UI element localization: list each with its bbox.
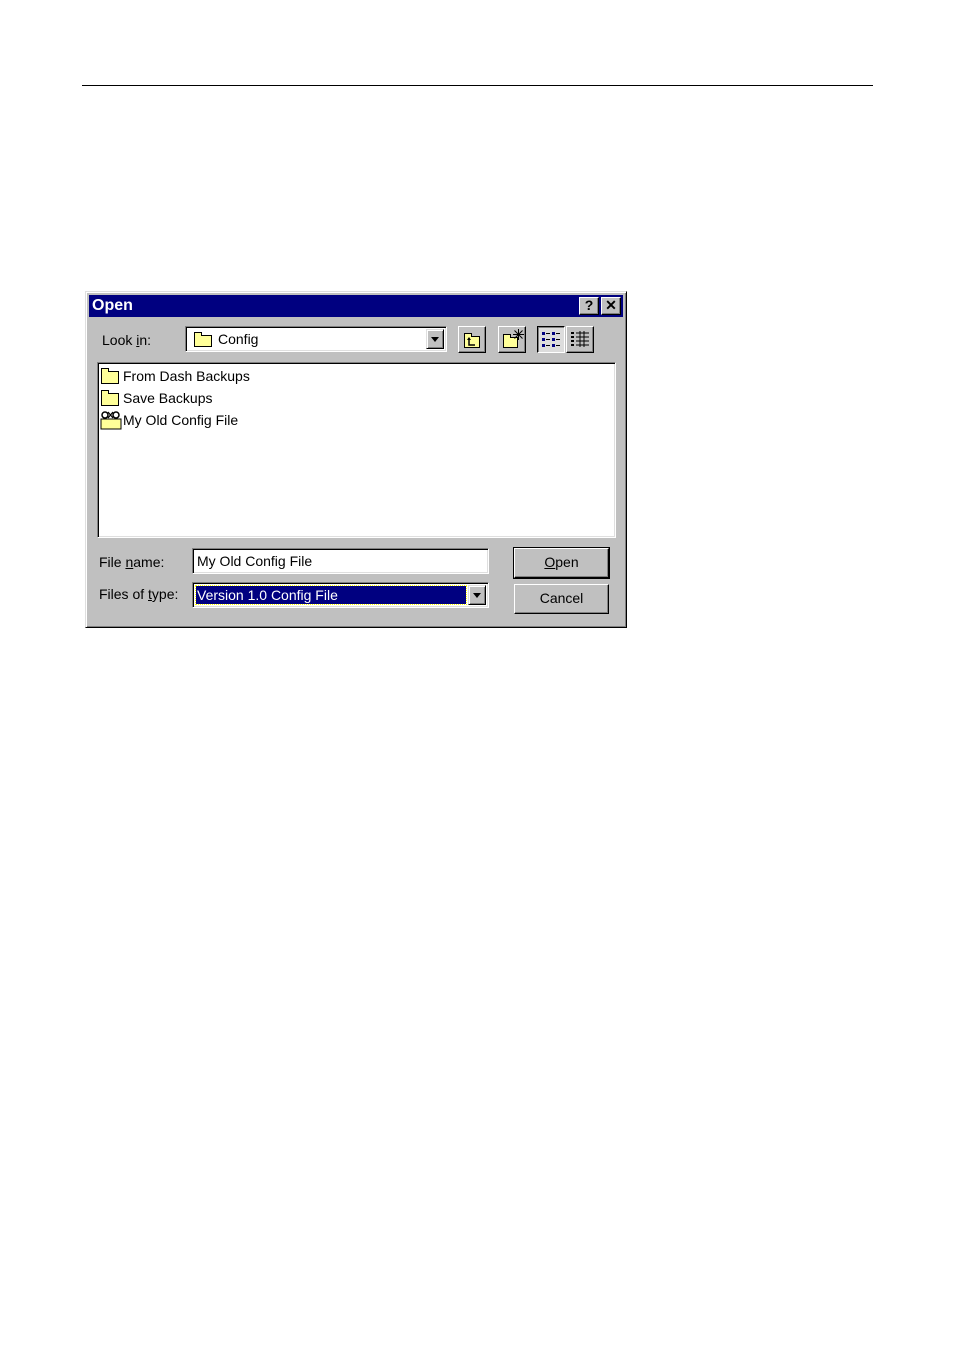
details-view-icon [571, 331, 589, 347]
page-header-rule [82, 85, 873, 86]
files-of-type-label: Files of type: [99, 586, 179, 602]
look-in-label: Look in: [102, 332, 152, 348]
create-new-folder-button[interactable] [498, 326, 526, 353]
cancel-button[interactable]: Cancel [514, 584, 609, 614]
file-list[interactable]: From Dash Backups Save Backups My Old Co… [97, 362, 616, 538]
list-item[interactable]: From Dash Backups [100, 366, 300, 386]
help-button[interactable]: ? [579, 297, 599, 315]
file-name-label: File name: [99, 554, 165, 570]
open-dialog: Open ? ✕ Look in: Config From Dash Backu… [85, 291, 627, 628]
file-name-field[interactable]: My Old Config File [192, 548, 489, 574]
up-one-level-button[interactable] [458, 326, 486, 353]
sparkle-icon [513, 329, 524, 340]
look-in-combo[interactable]: Config [185, 326, 447, 352]
folder-icon [101, 390, 119, 406]
list-view-button[interactable] [537, 326, 565, 353]
list-item-label: My Old Config File [123, 412, 239, 428]
title-bar[interactable]: Open ? ✕ [89, 295, 623, 317]
list-item[interactable]: My Old Config File [100, 410, 300, 430]
details-view-button[interactable] [566, 326, 594, 353]
folder-icon [194, 332, 212, 347]
close-button[interactable]: ✕ [601, 297, 621, 315]
dialog-title: Open [92, 297, 133, 314]
config-file-icon [100, 411, 122, 430]
look-in-value: Config [218, 331, 259, 347]
list-item-label: Save Backups [123, 390, 213, 406]
list-item-label: From Dash Backups [123, 368, 250, 384]
files-of-type-combo[interactable]: Version 1.0 Config File [192, 582, 489, 608]
open-button[interactable]: Open [513, 547, 610, 579]
files-of-type-value: Version 1.0 Config File [197, 587, 338, 603]
list-item[interactable]: Save Backups [100, 388, 300, 408]
up-arrow-icon [467, 337, 475, 346]
look-in-dropdown-arrow[interactable] [426, 329, 444, 349]
list-view-icon [542, 332, 560, 347]
files-of-type-dropdown-arrow[interactable] [468, 585, 486, 605]
file-name-value: My Old Config File [197, 553, 313, 569]
selected-type-highlight: Version 1.0 Config File [195, 585, 467, 605]
folder-icon [101, 368, 119, 384]
